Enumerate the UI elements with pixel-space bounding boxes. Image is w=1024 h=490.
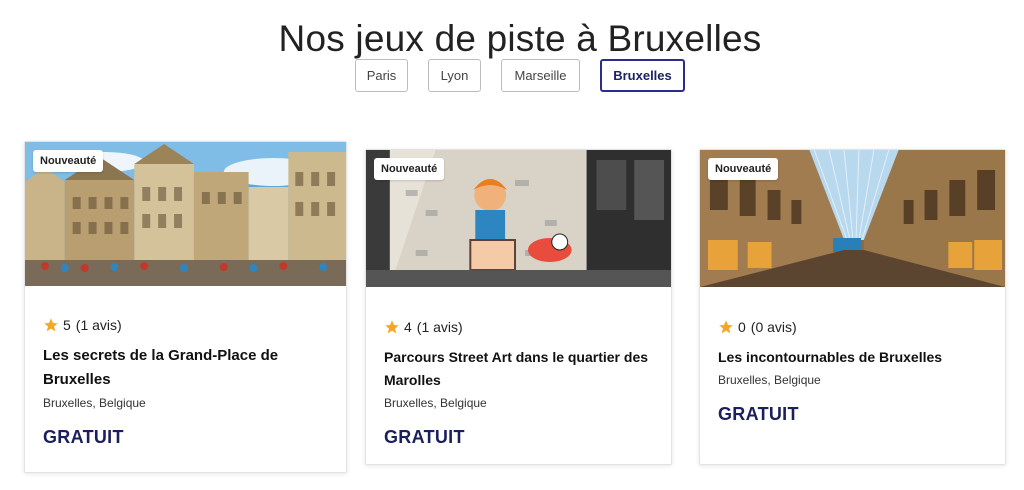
card-title[interactable]: Parcours Street Art dans le quartier des… [384,346,657,392]
rating: 4 (1 avis) [384,318,657,336]
street-art-mural-photo[interactable]: Nouveauté [366,150,671,287]
city-tab-lyon[interactable]: Lyon [428,59,481,92]
card-location: Bruxelles, Belgique [43,396,146,410]
new-badge: Nouveauté [374,158,445,180]
rating-score: 0 [738,319,746,335]
new-badge: Nouveauté [33,150,104,172]
game-card-grand-place[interactable]: Nouveauté 5 (1 avis) Les secrets de la G… [24,141,347,473]
grand-place-photo[interactable]: Nouveauté [25,142,346,286]
card-location: Bruxelles, Belgique [384,396,487,410]
card-location: Bruxelles, Belgique [718,373,821,387]
card-title[interactable]: Les incontournables de Bruxelles [718,346,991,369]
review-count: (1 avis) [416,319,463,335]
game-card-street-art[interactable]: Nouveauté 4 (1 avis) Parcours Street Art… [365,149,672,465]
city-tab-paris[interactable]: Paris [355,59,408,92]
galeries-royales-photo[interactable]: Nouveauté [700,150,1005,287]
card-price: GRATUIT [43,427,124,447]
star-icon [385,320,399,334]
rating: 0 (0 avis) [718,318,991,336]
rating-score: 5 [63,317,71,333]
card-price: GRATUIT [718,404,799,424]
game-card-incontournables[interactable]: Nouveauté 0 (0 avis) Les incontournables… [699,149,1006,465]
review-count: (1 avis) [75,317,122,333]
review-count: (0 avis) [750,319,797,335]
star-icon [44,318,58,332]
city-filter-tabs: Paris Lyon Marseille Bruxelles [0,59,1024,92]
rating: 5 (1 avis) [43,316,332,334]
city-tab-bruxelles[interactable]: Bruxelles [600,59,685,92]
card-title[interactable]: Les secrets de la Grand-Place de Bruxell… [43,344,332,392]
new-badge: Nouveauté [708,158,779,180]
page-title: Nos jeux de piste à Bruxelles [278,18,762,59]
city-tab-marseille[interactable]: Marseille [501,59,580,92]
rating-score: 4 [404,319,412,335]
card-price: GRATUIT [384,427,465,447]
star-icon [719,320,733,334]
